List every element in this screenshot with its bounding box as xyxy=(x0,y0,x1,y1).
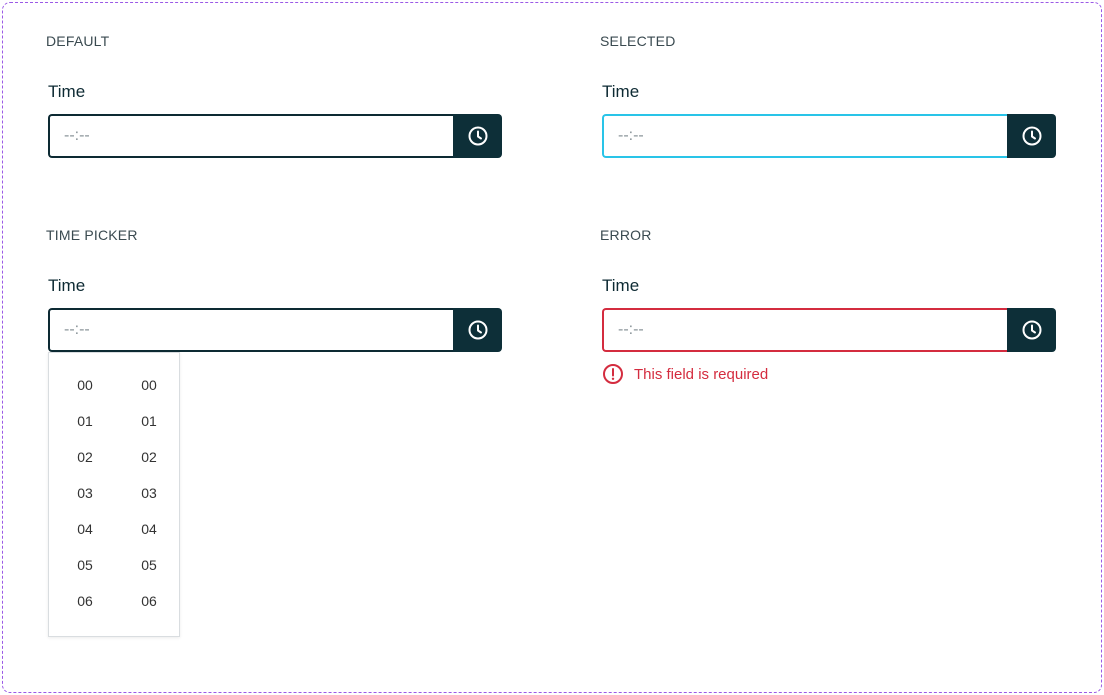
minute-option[interactable]: 03 xyxy=(121,475,177,511)
time-field xyxy=(48,308,502,352)
time-input[interactable] xyxy=(48,114,453,158)
time-field xyxy=(48,114,502,158)
time-field xyxy=(602,308,1056,352)
error-text: This field is required xyxy=(634,365,769,383)
minute-option[interactable]: 05 xyxy=(121,547,177,583)
time-picker-section: TIME PICKER Time 00 01 02 03 04 05 06 00… xyxy=(46,226,502,637)
section-title: SELECTED xyxy=(600,33,676,49)
clock-icon xyxy=(1022,320,1041,340)
time-input[interactable] xyxy=(602,308,1007,352)
clock-icon xyxy=(1022,126,1041,146)
minute-option[interactable]: 02 xyxy=(121,439,177,475)
section-title: TIME PICKER xyxy=(46,227,138,243)
time-label: Time xyxy=(602,276,640,295)
minute-option[interactable]: 01 xyxy=(121,403,177,439)
time-label: Time xyxy=(48,276,86,295)
hour-option[interactable]: 01 xyxy=(57,403,113,439)
minute-option[interactable]: 04 xyxy=(121,511,177,547)
time-input[interactable] xyxy=(602,114,1007,158)
clock-icon xyxy=(468,320,487,340)
error-message: This field is required xyxy=(602,363,1054,385)
time-label: Time xyxy=(48,82,86,101)
clock-button[interactable] xyxy=(453,308,502,352)
section-title: ERROR xyxy=(600,227,652,243)
clock-icon xyxy=(468,126,487,146)
time-field xyxy=(602,114,1056,158)
time-input[interactable] xyxy=(48,308,453,352)
error-section: ERROR Time This field is required xyxy=(600,226,1056,385)
time-picker-dropdown: 00 01 02 03 04 05 06 00 01 02 03 04 05 0… xyxy=(48,352,180,637)
error-alert-icon xyxy=(603,364,623,384)
clock-button[interactable] xyxy=(453,114,502,158)
selected-section: SELECTED Time xyxy=(600,32,1056,158)
hours-column: 00 01 02 03 04 05 06 xyxy=(57,367,113,636)
minute-option[interactable]: 06 xyxy=(121,583,177,619)
hour-option[interactable]: 05 xyxy=(57,547,113,583)
minute-option[interactable]: 00 xyxy=(121,367,177,403)
hour-option[interactable]: 06 xyxy=(57,583,113,619)
section-title: DEFAULT xyxy=(46,33,110,49)
time-label: Time xyxy=(602,82,640,101)
hour-option[interactable]: 04 xyxy=(57,511,113,547)
hour-option[interactable]: 00 xyxy=(57,367,113,403)
default-section: DEFAULT Time xyxy=(46,32,502,158)
clock-button[interactable] xyxy=(1007,114,1056,158)
hour-option[interactable]: 02 xyxy=(57,439,113,475)
minutes-column: 00 01 02 03 04 05 06 xyxy=(121,367,177,636)
clock-button[interactable] xyxy=(1007,308,1056,352)
hour-option[interactable]: 03 xyxy=(57,475,113,511)
